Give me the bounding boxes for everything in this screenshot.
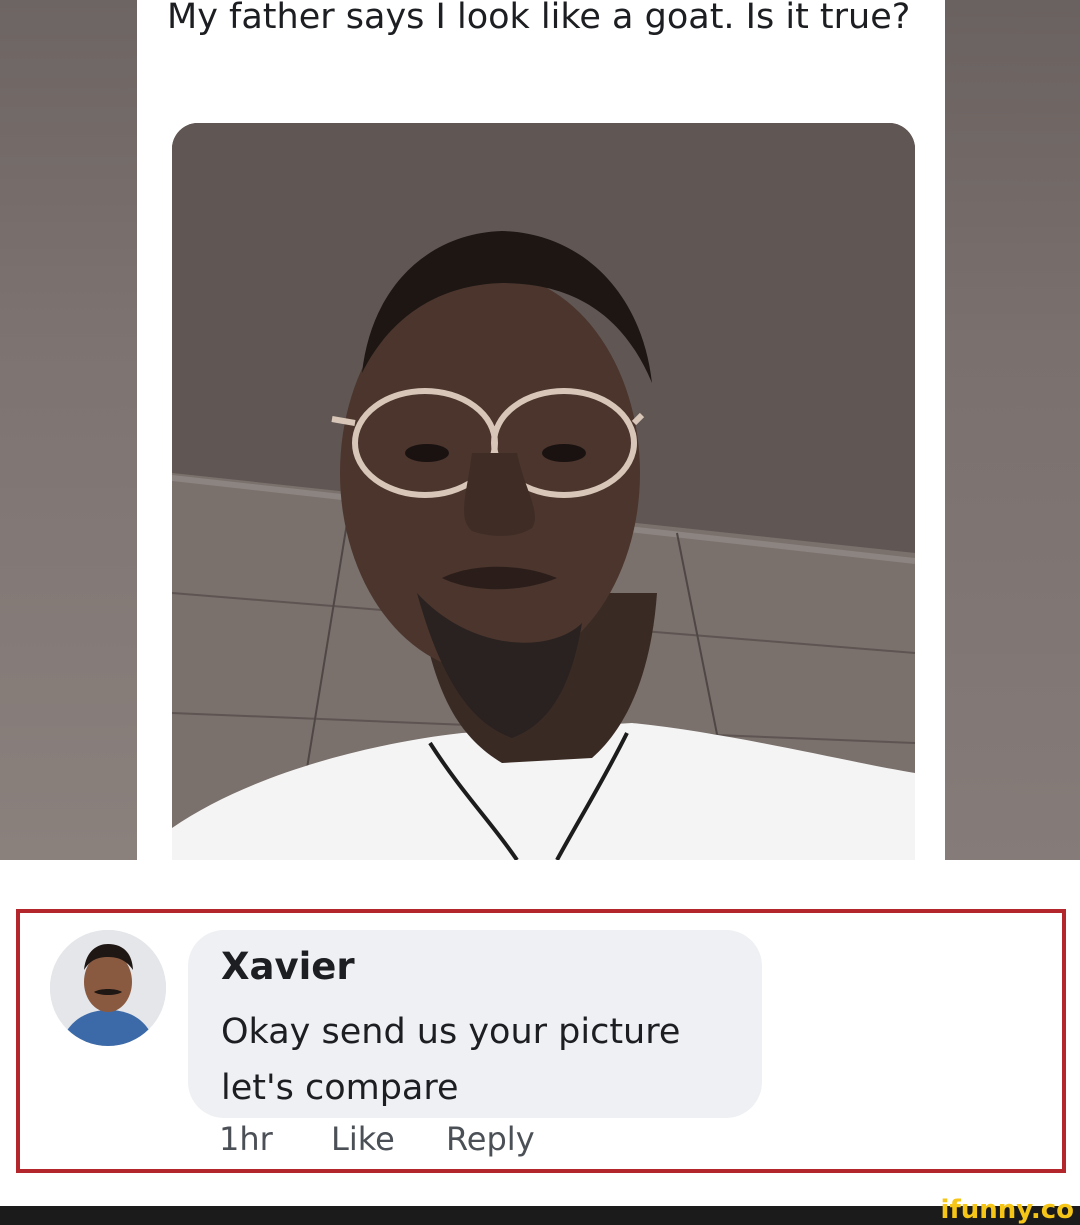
comment-author[interactable]: Xavier [221, 945, 355, 988]
selfie-illustration [172, 123, 915, 860]
avatar-illustration [50, 930, 166, 1046]
like-button[interactable]: Like [331, 1120, 395, 1158]
reply-button[interactable]: Reply [446, 1120, 535, 1158]
post-photo[interactable] [172, 123, 915, 860]
comment-timestamp: 1hr [219, 1120, 273, 1158]
comment-text: Okay send us your picture let's compare [221, 1012, 681, 1108]
blurred-background-right [945, 0, 1080, 860]
post-text: My father says I look like a goat. Is it… [167, 0, 911, 37]
ifunny-watermark: ifunny.co [940, 1195, 1074, 1225]
watermark-bar [0, 1206, 1080, 1225]
blurred-background-left [0, 0, 137, 860]
commenter-avatar[interactable] [50, 930, 166, 1046]
